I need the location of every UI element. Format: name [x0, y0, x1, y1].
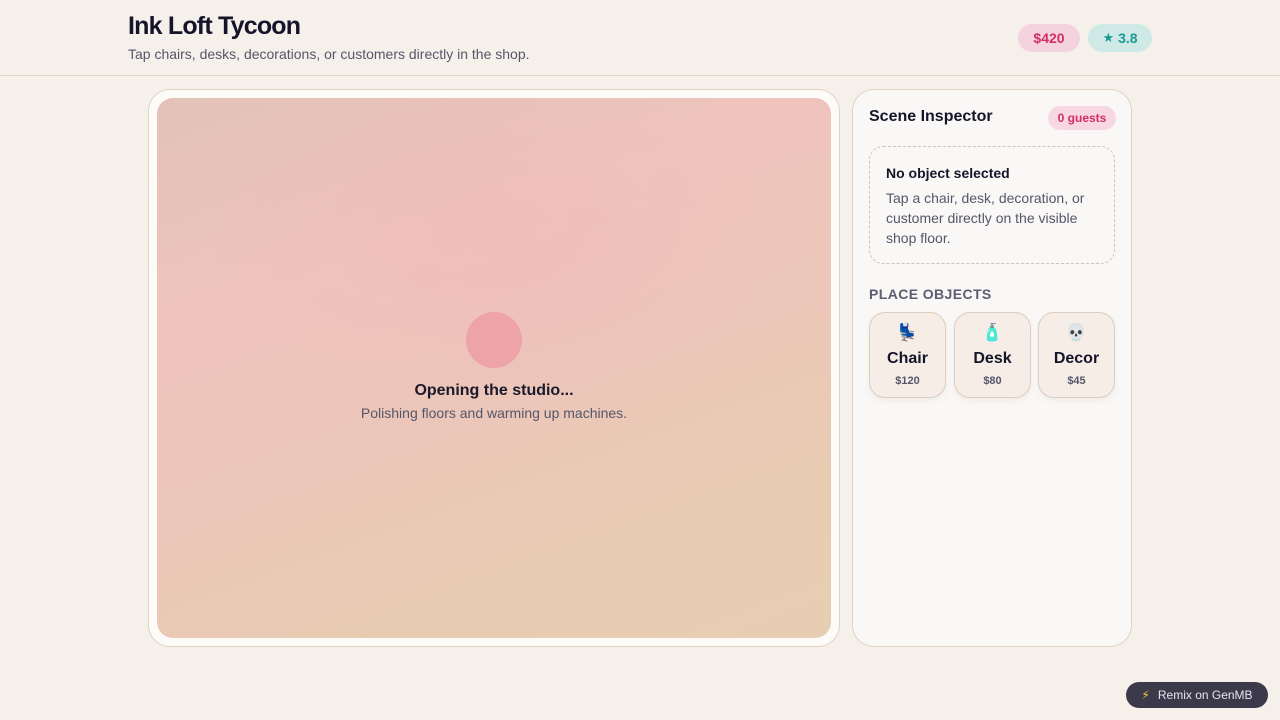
- object-price: $80: [983, 375, 1002, 387]
- place-objects-label: PLACE OBJECTS: [869, 286, 992, 302]
- rating-badge: ★ 3.8: [1088, 24, 1152, 52]
- page-title: Ink Loft Tycoon: [128, 12, 301, 40]
- object-price: $120: [895, 375, 920, 387]
- remix-label: Remix on GenMB: [1157, 688, 1253, 702]
- remix-button[interactable]: ⚡ Remix on GenMB: [1126, 682, 1268, 708]
- place-desk-button[interactable]: 🧴 Desk $80: [954, 312, 1031, 398]
- object-name: Chair: [887, 350, 928, 367]
- selection-help-text: Tap a chair, desk, decoration, or custom…: [886, 190, 1085, 246]
- chair-icon: 💺: [896, 323, 919, 342]
- object-name: Decor: [1053, 350, 1100, 367]
- money-value: $420: [1033, 30, 1065, 46]
- place-decor-button[interactable]: 💀 Decor $45: [1038, 312, 1115, 398]
- inspector-title: Scene Inspector: [869, 108, 993, 125]
- lightning-icon: ⚡: [1141, 688, 1150, 702]
- object-price: $45: [1067, 375, 1086, 387]
- loading-title: Opening the studio...: [414, 382, 574, 399]
- place-chair-button[interactable]: 💺 Chair $120: [869, 312, 946, 398]
- object-name: Desk: [973, 350, 1012, 367]
- rating-value: 3.8: [1118, 30, 1138, 46]
- page-subtitle: Tap chairs, desks, decorations, or custo…: [128, 46, 530, 62]
- money-badge: $420: [1018, 24, 1080, 52]
- shop-floor[interactable]: Opening the studio... Polishing floors a…: [157, 98, 831, 638]
- loading-subtitle: Polishing floors and warming up machines…: [360, 405, 628, 421]
- selection-card: No object selected Tap a chair, desk, de…: [869, 146, 1115, 264]
- scene-inspector: Scene Inspector 0 guests No object selec…: [852, 89, 1132, 647]
- desk-icon: 🧴: [981, 323, 1004, 342]
- guest-count-badge: 0 guests: [1048, 106, 1116, 130]
- header: Ink Loft Tycoon Tap chairs, desks, decor…: [0, 0, 1280, 76]
- skull-icon: 💀: [1065, 323, 1088, 342]
- loading-spinner: [466, 312, 522, 368]
- selection-title: No object selected: [886, 165, 1010, 181]
- star-icon: ★: [1102, 30, 1115, 45]
